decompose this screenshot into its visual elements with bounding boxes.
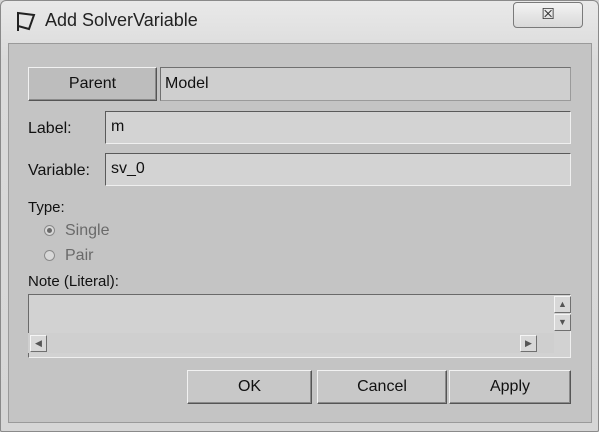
dialog-body: Parent Model Label: m Variable: sv_0 Typ… — [8, 43, 592, 423]
solver-variable-icon — [17, 11, 36, 31]
note-caption: Note (Literal): — [28, 273, 119, 290]
arrow-up-icon: ▲ — [558, 299, 567, 309]
arrow-left-icon: ◀ — [35, 338, 42, 348]
window-title: Add SolverVariable — [45, 10, 198, 30]
scroll-right-button[interactable]: ▶ — [520, 335, 537, 352]
radio-single-icon — [44, 225, 55, 236]
horizontal-scrollbar[interactable] — [28, 333, 554, 353]
radio-pair-icon — [44, 250, 55, 261]
scroll-down-button[interactable]: ▼ — [554, 314, 571, 331]
variable-caption: Variable: — [28, 162, 90, 179]
label-caption: Label: — [28, 120, 72, 137]
arrow-right-icon: ▶ — [525, 338, 532, 348]
scroll-up-button[interactable]: ▲ — [554, 296, 571, 313]
type-option-pair-label: Pair — [65, 247, 94, 264]
variable-input[interactable]: sv_0 — [105, 153, 571, 186]
ok-button[interactable]: OK — [187, 370, 312, 404]
type-caption: Type: — [28, 199, 65, 216]
label-input[interactable]: m — [105, 111, 571, 144]
close-icon: ☒ — [541, 6, 555, 23]
scroll-left-button[interactable]: ◀ — [30, 335, 47, 352]
parent-button[interactable]: Parent — [28, 67, 157, 101]
apply-button[interactable]: Apply — [449, 370, 571, 404]
close-button[interactable]: ☒ — [513, 2, 583, 28]
type-option-single-label: Single — [65, 222, 110, 239]
arrow-down-icon: ▼ — [558, 317, 567, 327]
cancel-button[interactable]: Cancel — [317, 370, 447, 404]
title-bar: Add SolverVariable ☒ — [1, 1, 598, 43]
parent-value: Model — [160, 67, 571, 101]
dialog-window: Add SolverVariable ☒ Parent Model Label:… — [0, 0, 599, 432]
